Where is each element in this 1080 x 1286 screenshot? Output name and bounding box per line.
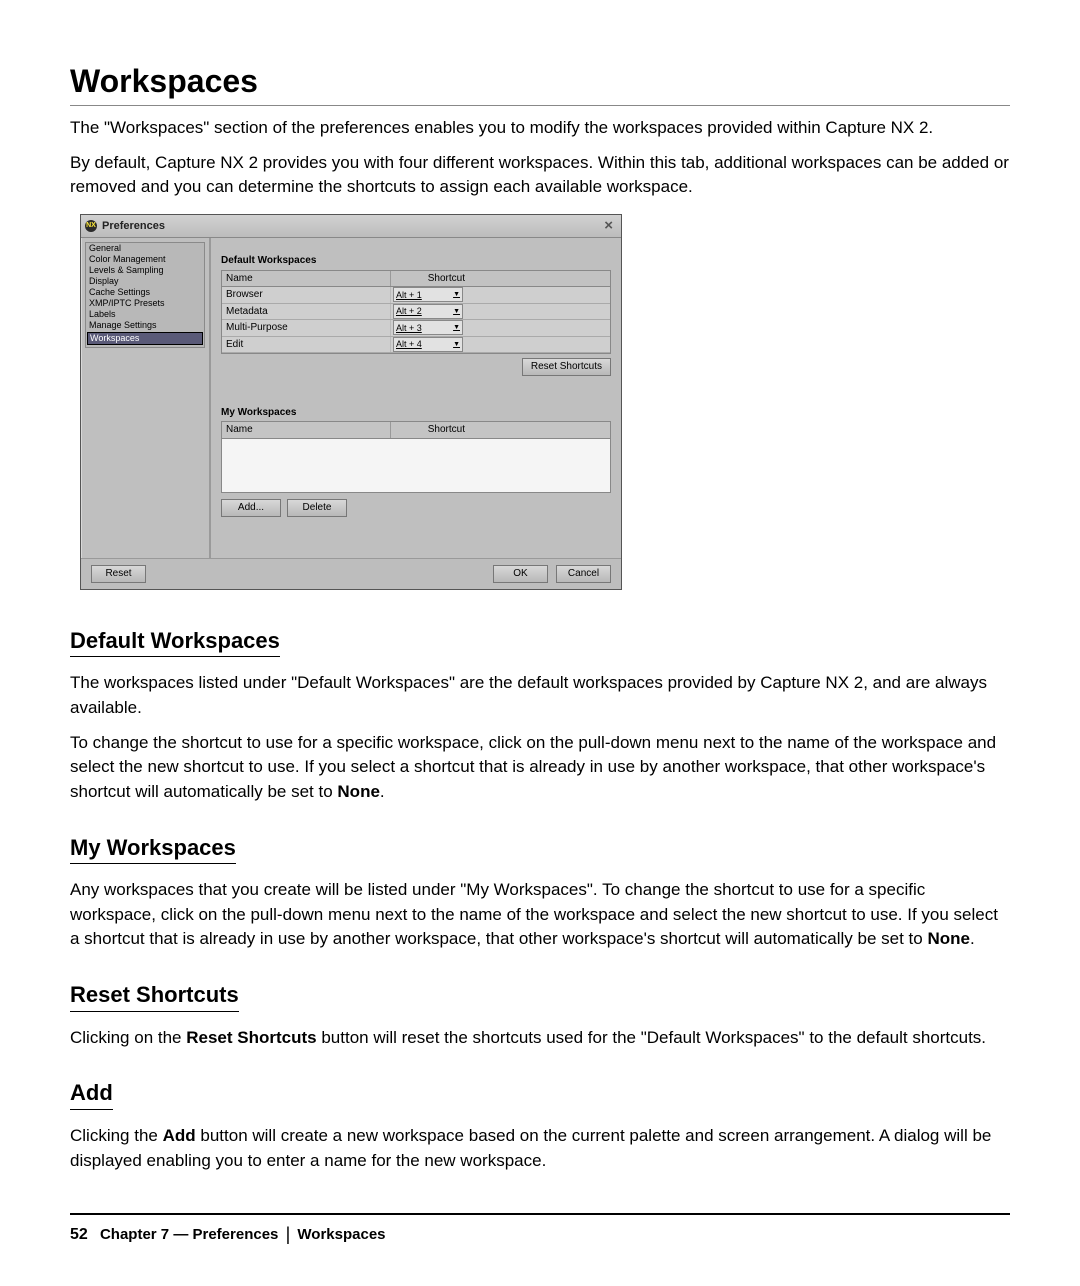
section-default-workspaces-p1: The workspaces listed under "Default Wor… [70, 671, 1010, 720]
table-row: EditAlt + 4▼ [222, 337, 610, 354]
footer-chapter: Chapter 7 — Preferences [100, 1226, 278, 1243]
default-workspaces-label: Default Workspaces [221, 254, 611, 268]
footer-section: Workspaces [297, 1226, 385, 1243]
my-workspaces-table: Name Shortcut [221, 421, 611, 493]
workspace-name: Metadata [222, 304, 391, 320]
reset-shortcuts-button[interactable]: Reset Shortcuts [522, 358, 611, 376]
section-my-workspaces-p: Any workspaces that you create will be l… [70, 878, 1010, 952]
chevron-down-icon: ▼ [453, 290, 460, 299]
preferences-sidebar: GeneralColor ManagementLevels & Sampling… [81, 238, 211, 558]
column-header-shortcut: Shortcut [391, 422, 469, 438]
workspace-name: Multi-Purpose [222, 320, 391, 336]
intro-paragraph-2: By default, Capture NX 2 provides you wi… [70, 151, 1010, 200]
page-footer: 52 Chapter 7 — Preferences | Workspaces [70, 1213, 1010, 1246]
sidebar-item-color-management[interactable]: Color Management [86, 254, 204, 265]
sidebar-item-manage-settings[interactable]: Manage Settings [86, 320, 204, 331]
chevron-down-icon: ▼ [453, 323, 460, 332]
sidebar-item-cache-settings[interactable]: Cache Settings [86, 287, 204, 298]
close-icon[interactable]: × [600, 216, 617, 236]
shortcut-dropdown[interactable]: Alt + 3▼ [393, 320, 463, 335]
chevron-down-icon: ▼ [453, 307, 460, 316]
sidebar-item-xmp-iptc-presets[interactable]: XMP/IPTC Presets [86, 298, 204, 309]
preferences-content: Default Workspaces Name Shortcut Browser… [211, 238, 621, 558]
sidebar-item-levels-sampling[interactable]: Levels & Sampling [86, 265, 204, 276]
section-add-p: Clicking the Add button will create a ne… [70, 1124, 1010, 1173]
section-reset-shortcuts-heading: Reset Shortcuts [70, 980, 239, 1012]
dialog-titlebar: NX Preferences × [81, 215, 621, 238]
delete-button[interactable]: Delete [287, 499, 347, 517]
workspace-name: Browser [222, 287, 391, 303]
my-workspaces-label: My Workspaces [221, 406, 611, 420]
section-reset-shortcuts-p: Clicking on the Reset Shortcuts button w… [70, 1026, 1010, 1051]
ok-button[interactable]: OK [493, 565, 548, 583]
reset-button[interactable]: Reset [91, 565, 146, 583]
column-header-name: Name [222, 422, 391, 438]
intro-paragraph-1: The "Workspaces" section of the preferen… [70, 116, 1010, 141]
shortcut-dropdown[interactable]: Alt + 4▼ [393, 337, 463, 352]
chevron-down-icon: ▼ [453, 340, 460, 349]
shortcut-dropdown[interactable]: Alt + 2▼ [393, 304, 463, 319]
cancel-button[interactable]: Cancel [556, 565, 611, 583]
sidebar-item-general[interactable]: General [86, 243, 204, 254]
page-number: 52 [70, 1226, 88, 1243]
sidebar-item-workspaces[interactable]: Workspaces [87, 332, 203, 345]
default-workspaces-table: Name Shortcut BrowserAlt + 1▼MetadataAlt… [221, 270, 611, 355]
sidebar-item-labels[interactable]: Labels [86, 309, 204, 320]
column-header-name: Name [222, 271, 391, 287]
section-default-workspaces-p2: To change the shortcut to use for a spec… [70, 731, 1010, 805]
section-add-heading: Add [70, 1078, 113, 1110]
table-row: Multi-PurposeAlt + 3▼ [222, 320, 610, 337]
section-default-workspaces-heading: Default Workspaces [70, 626, 280, 658]
page-title: Workspaces [70, 60, 1010, 106]
app-icon: NX [85, 220, 97, 232]
workspace-name: Edit [222, 337, 391, 353]
section-my-workspaces-heading: My Workspaces [70, 833, 236, 865]
table-row: BrowserAlt + 1▼ [222, 287, 610, 304]
add-button[interactable]: Add... [221, 499, 281, 517]
table-row: MetadataAlt + 2▼ [222, 304, 610, 321]
dialog-title: Preferences [102, 219, 165, 234]
sidebar-item-display[interactable]: Display [86, 276, 204, 287]
column-header-shortcut: Shortcut [391, 271, 469, 287]
shortcut-dropdown[interactable]: Alt + 1▼ [393, 287, 463, 302]
preferences-dialog: NX Preferences × GeneralColor Management… [80, 214, 622, 590]
